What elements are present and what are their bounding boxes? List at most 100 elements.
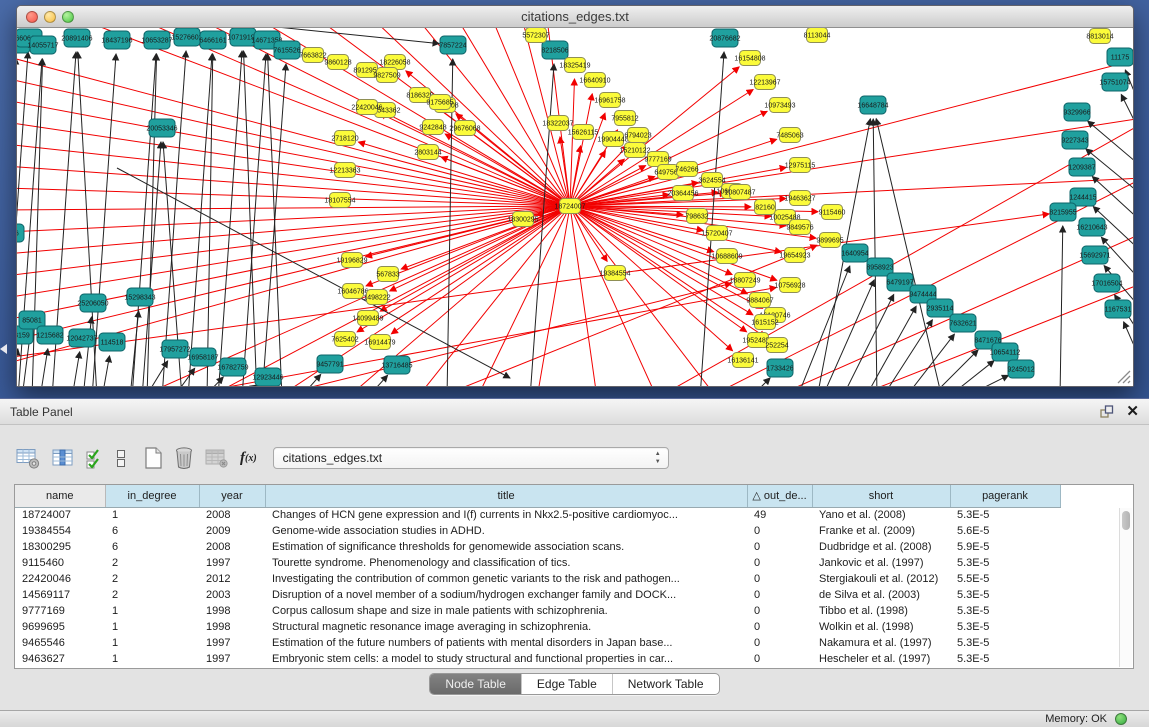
cell-out_degree[interactable]: 0 bbox=[747, 571, 812, 587]
cell-short[interactable]: Yano et al. (2008) bbox=[812, 507, 950, 523]
cell-out_degree[interactable]: 49 bbox=[747, 507, 812, 523]
network-node[interactable]: 13716485 bbox=[381, 356, 412, 374]
table-row[interactable]: 1830029562008Estimation of significance … bbox=[15, 539, 1121, 555]
cell-title[interactable]: Changes of HCN gene expression and I(f) … bbox=[265, 507, 747, 523]
network-node[interactable]: 7625402 bbox=[331, 332, 358, 347]
cell-year[interactable]: 2009 bbox=[199, 523, 265, 539]
network-node[interactable]: 82160 bbox=[755, 200, 776, 215]
column-header-pagerank[interactable]: pagerank bbox=[950, 485, 1060, 507]
network-node[interactable]: 10756928 bbox=[774, 278, 805, 293]
network-node[interactable]: 18437196 bbox=[101, 31, 132, 49]
cell-pagerank[interactable]: 5.3E-5 bbox=[950, 635, 1060, 651]
network-node[interactable]: 1498222 bbox=[363, 290, 390, 305]
network-node[interactable]: 14055717 bbox=[27, 36, 58, 54]
cell-pagerank[interactable]: 5.3E-5 bbox=[950, 603, 1060, 619]
select-all-icon[interactable] bbox=[85, 448, 104, 469]
table-row[interactable]: 946362711997Embryonic stem cells: a mode… bbox=[15, 651, 1121, 667]
cell-name[interactable]: 18724007 bbox=[15, 507, 105, 523]
network-edge[interactable] bbox=[17, 56, 570, 206]
cell-title[interactable]: Corpus callosum shape and size in male p… bbox=[265, 603, 747, 619]
tab-edge-table[interactable]: Edge Table bbox=[521, 674, 612, 694]
cell-in_degree[interactable]: 1 bbox=[105, 635, 199, 651]
cell-name[interactable]: 9777169 bbox=[15, 603, 105, 619]
cell-title[interactable]: Investigating the contribution of common… bbox=[265, 571, 747, 587]
cell-year[interactable]: 2008 bbox=[199, 539, 265, 555]
network-edge[interactable] bbox=[1060, 226, 1063, 386]
network-edge[interactable] bbox=[570, 206, 597, 386]
new-column-icon[interactable] bbox=[144, 447, 163, 469]
network-node[interactable]: 15751074 bbox=[1099, 73, 1130, 91]
network-edge[interactable] bbox=[17, 206, 570, 254]
cell-short[interactable]: Hescheler et al. (1997) bbox=[812, 651, 950, 667]
network-node[interactable]: 29676068 bbox=[449, 121, 480, 136]
network-edge[interactable] bbox=[130, 311, 139, 386]
network-edge[interactable] bbox=[417, 206, 570, 386]
network-node[interactable]: 14099489 bbox=[352, 311, 383, 326]
network-node[interactable]: 16154808 bbox=[734, 51, 765, 66]
network-node[interactable]: 1215682 bbox=[36, 326, 63, 344]
network-node[interactable]: 20876682 bbox=[709, 29, 740, 47]
network-edge[interactable] bbox=[367, 375, 388, 386]
network-node[interactable]: 25206050 bbox=[77, 294, 108, 312]
table-row[interactable]: 1938455462009Genome-wide association stu… bbox=[15, 523, 1121, 539]
network-node[interactable]: 9884067 bbox=[746, 293, 773, 308]
network-node[interactable]: 9115460 bbox=[819, 205, 846, 220]
network-node[interactable]: 9827509 bbox=[373, 68, 400, 83]
network-edge[interactable] bbox=[930, 350, 978, 386]
cell-year[interactable]: 2012 bbox=[199, 571, 265, 587]
cell-year[interactable]: 1997 bbox=[199, 651, 265, 667]
network-node[interactable]: 9245012 bbox=[1007, 360, 1034, 378]
network-edge[interactable] bbox=[1124, 322, 1133, 366]
cell-in_degree[interactable]: 1 bbox=[105, 603, 199, 619]
close-panel-icon[interactable]: ✕ bbox=[1126, 399, 1139, 425]
network-node[interactable]: 15298343 bbox=[124, 288, 155, 306]
network-node[interactable]: 1209387 bbox=[1068, 158, 1095, 176]
network-edge[interactable] bbox=[317, 28, 570, 206]
network-node[interactable]: 7955812 bbox=[611, 111, 638, 126]
cell-in_degree[interactable]: 1 bbox=[105, 619, 199, 635]
network-node[interactable]: 6466161 bbox=[199, 31, 226, 49]
table-row[interactable]: 1872400712008Changes of HCN gene express… bbox=[15, 507, 1121, 523]
cell-title[interactable]: Structural magnetic resonance image aver… bbox=[265, 619, 747, 635]
network-node[interactable]: 10654112 bbox=[990, 343, 1021, 361]
network-node[interactable]: 7857224 bbox=[439, 36, 466, 54]
resize-grip-icon[interactable] bbox=[1115, 368, 1131, 384]
network-edge[interactable] bbox=[83, 317, 92, 386]
network-node[interactable]: 18807249 bbox=[729, 273, 760, 288]
cell-name[interactable]: 9699695 bbox=[15, 619, 105, 635]
network-node[interactable]: 7485063 bbox=[776, 128, 803, 143]
network-edge[interactable] bbox=[876, 119, 942, 386]
cell-pagerank[interactable]: 5.3E-5 bbox=[950, 555, 1060, 571]
network-node[interactable]: 798632 bbox=[685, 209, 708, 224]
cell-pagerank[interactable]: 5.3E-5 bbox=[950, 587, 1060, 603]
network-node[interactable]: 16782759 bbox=[217, 358, 248, 376]
cell-name[interactable]: 9463627 bbox=[15, 651, 105, 667]
network-node[interactable]: 12975115 bbox=[785, 158, 816, 173]
cell-pagerank[interactable]: 5.3E-5 bbox=[950, 619, 1060, 635]
network-node[interactable]: 1733426 bbox=[766, 359, 793, 377]
network-node[interactable]: 9227343 bbox=[1061, 131, 1088, 149]
memory-status-icon[interactable] bbox=[1115, 713, 1127, 725]
network-node[interactable]: 567833 bbox=[376, 267, 399, 282]
cell-name[interactable]: 19384554 bbox=[15, 523, 105, 539]
cell-out_degree[interactable]: 0 bbox=[747, 539, 812, 555]
network-canvas[interactable]: 1872400733159266606163140557172089140618… bbox=[17, 28, 1133, 386]
network-node[interactable]: 7632621 bbox=[949, 314, 976, 332]
cell-in_degree[interactable]: 2 bbox=[105, 587, 199, 603]
cell-out_degree[interactable]: 0 bbox=[747, 555, 812, 571]
network-edge[interactable] bbox=[142, 142, 161, 386]
table-row[interactable]: 977716911998Corpus callosum shape and si… bbox=[15, 603, 1121, 619]
network-edge[interactable] bbox=[1092, 176, 1133, 223]
network-edge[interactable] bbox=[102, 356, 110, 386]
cell-short[interactable]: Wolkin et al. (1998) bbox=[812, 619, 950, 635]
cell-pagerank[interactable]: 5.3E-5 bbox=[950, 651, 1060, 667]
network-node[interactable]: 12213363 bbox=[329, 163, 360, 178]
tab-network-table[interactable]: Network Table bbox=[612, 674, 719, 694]
cell-name[interactable]: 14569117 bbox=[15, 587, 105, 603]
network-node[interactable]: 8218506 bbox=[541, 41, 568, 59]
network-node[interactable]: 114518 bbox=[99, 333, 125, 351]
cell-in_degree[interactable]: 1 bbox=[105, 651, 199, 667]
table-row[interactable]: 2242004622012Investigating the contribut… bbox=[15, 571, 1121, 587]
network-node[interactable]: 8813014 bbox=[1086, 29, 1113, 44]
cell-year[interactable]: 2003 bbox=[199, 587, 265, 603]
